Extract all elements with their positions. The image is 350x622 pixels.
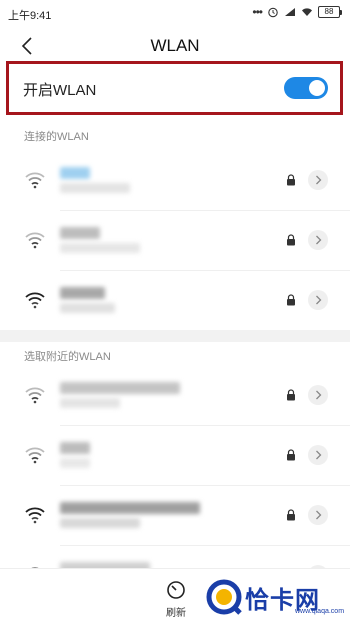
network-row[interactable] [0,426,350,486]
status-time: 上午9:41 [8,10,52,22]
chevron-right-icon [316,235,322,245]
network-row[interactable] [0,271,350,331]
refresh-icon [167,581,185,599]
battery-level: 88 [318,6,340,18]
wifi-status-icon [302,8,312,16]
network-name-redacted [60,165,130,197]
section-header-nearby: 选取附近的WLAN [24,351,111,363]
network-details-button[interactable] [308,385,328,405]
network-details-button[interactable] [308,290,328,310]
wlan-toggle-label: 开启WLAN [23,82,97,99]
network-row[interactable] [0,151,350,211]
signal-icon [285,8,295,16]
wifi-signal-icon [25,172,45,189]
network-name-redacted [60,500,200,532]
wifi-signal-icon [25,232,45,249]
lock-icon [287,449,295,461]
wifi-signal-icon [25,447,45,464]
lock-icon [287,174,295,186]
chevron-right-icon [316,295,322,305]
watermark-url: www.qiaqa.com [295,608,345,615]
lock-icon [287,234,295,246]
network-row[interactable] [0,366,350,426]
network-details-button[interactable] [308,230,328,250]
wlan-switch[interactable] [284,77,328,99]
page-title: WLAN [150,36,200,55]
network-details-button[interactable] [308,170,328,190]
chevron-right-icon [316,450,322,460]
wlan-toggle-row[interactable]: 开启WLAN [6,61,343,115]
refresh-label: 刷新 [166,608,186,619]
network-details-button[interactable] [308,445,328,465]
watermark: 恰卡网 www.qiaqa.com [205,578,345,618]
section-header-connected: 连接的WLAN [24,131,89,143]
alarm-icon [268,7,278,18]
battery-icon: 88 [318,6,342,18]
network-name-redacted [60,440,130,472]
network-row[interactable] [0,211,350,271]
chevron-right-icon [316,390,322,400]
switch-knob [309,80,325,96]
status-bar: 上午9:41 ••• 88 [0,0,350,26]
lock-icon [287,294,295,306]
network-name-redacted [60,225,140,257]
wifi-signal-icon [25,387,45,404]
wifi-signal-icon [25,292,45,309]
header: WLAN [0,28,350,62]
network-row[interactable] [0,486,350,546]
network-name-redacted [60,380,180,412]
network-details-button[interactable] [308,505,328,525]
chevron-right-icon [316,510,322,520]
wifi-signal-icon [25,507,45,524]
network-name-redacted [60,285,130,317]
more-dots-icon: ••• [252,5,263,19]
lock-icon [287,389,295,401]
lock-icon [287,509,295,521]
status-icons: ••• 88 [252,5,342,19]
chevron-right-icon [316,175,322,185]
watermark-logo-icon [206,579,242,615]
section-divider [0,330,350,342]
refresh-button[interactable]: 刷新 [160,577,192,619]
